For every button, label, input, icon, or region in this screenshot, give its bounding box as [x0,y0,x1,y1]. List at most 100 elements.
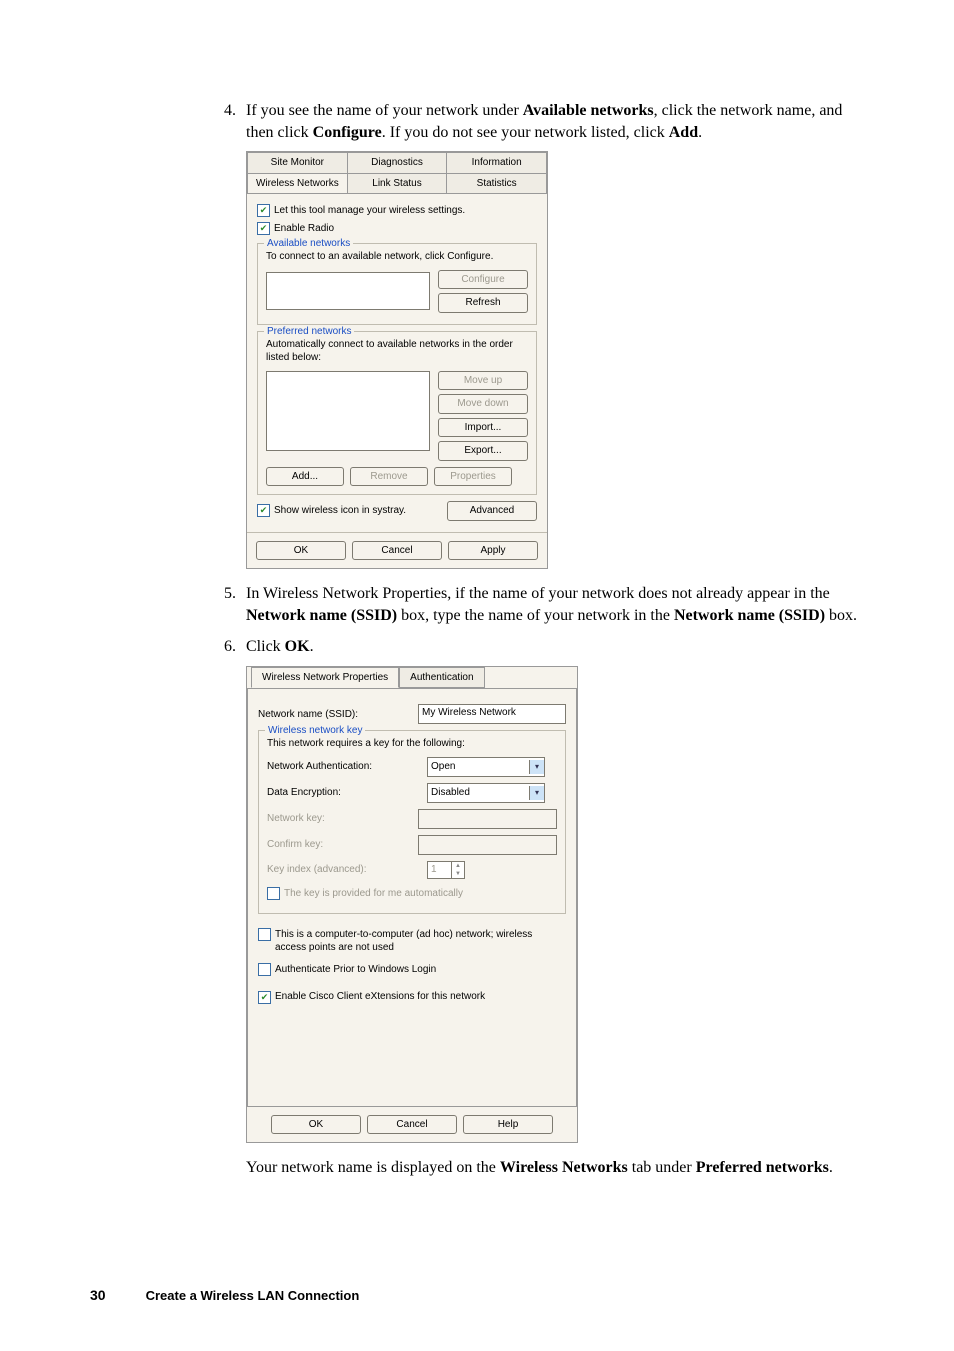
bold-ssid-1: Network name (SSID) [246,607,397,624]
show-systray-checkbox-row[interactable]: Show wireless icon in systray. [257,504,406,518]
auth-select[interactable]: Open ▾ [427,757,545,777]
auto-key-label: The key is provided for me automatically [284,887,463,901]
tab-link-status[interactable]: Link Status [348,174,448,195]
enable-radio-checkbox-row[interactable]: Enable Radio [257,222,334,236]
configure-button[interactable]: Configure [438,270,528,290]
encryption-select[interactable]: Disabled ▾ [427,783,545,803]
help-button[interactable]: Help [463,1115,553,1135]
preferred-networks-group: Preferred networks Automatically connect… [257,331,537,496]
available-networks-text: To connect to an available network, clic… [266,250,528,264]
export-button[interactable]: Export... [438,441,528,461]
confirm-key-input [418,835,557,855]
chapter-title: Create a Wireless LAN Connection [146,1288,360,1303]
checkbox-icon [258,928,271,941]
cisco-checkbox-row[interactable]: Enable Cisco Client eXtensions for this … [258,990,485,1004]
wireless-key-title: Wireless network key [265,724,365,738]
page-number: 30 [90,1287,106,1303]
network-key-row: Network key: [267,809,557,829]
tab-authentication[interactable]: Authentication [399,667,484,689]
move-up-button[interactable]: Move up [438,371,528,391]
remove-button[interactable]: Remove [350,467,428,487]
page-footer: 30 Create a Wireless LAN Connection [90,1287,864,1303]
show-systray-label: Show wireless icon in systray. [274,504,406,518]
import-button[interactable]: Import... [438,418,528,438]
bold-ok: OK [285,638,310,655]
dialog1-tabs-row2: Wireless Networks Link Status Statistics [247,174,547,195]
add-button[interactable]: Add... [266,467,344,487]
text: In Wireless Network Properties, if the n… [246,585,830,602]
wireless-utility-dialog: Site Monitor Diagnostics Information Wir… [246,151,548,569]
advanced-button[interactable]: Advanced [447,501,537,521]
preferred-networks-list[interactable] [266,371,430,451]
auth-row: Network Authentication: Open ▾ [267,757,557,777]
key-index-value: 1 [428,863,451,877]
checkbox-icon [258,991,271,1004]
spinner-arrows-icon: ▲▼ [451,862,464,878]
properties-button[interactable]: Properties [434,467,512,487]
ssid-input[interactable]: My Wireless Network [418,704,566,724]
step-5: In Wireless Network Properties, if the n… [240,583,864,626]
tab-wireless-networks[interactable]: Wireless Networks [247,174,348,195]
let-tool-checkbox-row[interactable]: Let this tool manage your wireless setti… [257,204,465,218]
bold-preferred-networks: Preferred networks [696,1159,829,1176]
enable-radio-label: Enable Radio [274,222,334,236]
available-networks-list[interactable] [266,272,430,310]
let-tool-label: Let this tool manage your wireless setti… [274,204,465,218]
confirm-key-label: Confirm key: [267,838,408,852]
text: . If you do not see your network listed,… [382,124,669,141]
tab-wireless-properties[interactable]: Wireless Network Properties [251,667,399,689]
cancel-button[interactable]: Cancel [352,541,442,561]
tab-statistics[interactable]: Statistics [447,174,547,195]
encryption-value: Disabled [431,786,470,800]
ok-button[interactable]: OK [256,541,346,561]
adhoc-checkbox-row[interactable]: This is a computer-to-computer (ad hoc) … [258,928,545,955]
auth-label: Network Authentication: [267,760,417,774]
dialog2-tabs: Wireless Network Properties Authenticati… [247,667,577,690]
move-down-button[interactable]: Move down [438,394,528,414]
ssid-row: Network name (SSID): My Wireless Network [258,704,566,724]
key-index-spinner: 1 ▲▼ [427,861,465,879]
ok-button[interactable]: OK [271,1115,361,1135]
instruction-list: If you see the name of your network unde… [240,100,864,1179]
cisco-label: Enable Cisco Client eXtensions for this … [275,990,485,1004]
text: box, type the name of your network in th… [397,607,674,624]
auth-prior-checkbox-row[interactable]: Authenticate Prior to Windows Login [258,963,436,977]
preferred-networks-text: Automatically connect to available netwo… [266,338,528,365]
tab-information[interactable]: Information [447,152,547,174]
checkbox-icon [257,222,270,235]
spacer [258,1006,566,1096]
text: . [829,1159,833,1176]
closing-line: Your network name is displayed on the Wi… [246,1157,864,1179]
refresh-button[interactable]: Refresh [438,293,528,313]
auth-value: Open [431,760,455,774]
dialog1-bottom-buttons: OK Cancel Apply [247,532,547,569]
checkbox-icon [267,887,280,900]
step-6: Click OK. Wireless Network Properties Au… [240,636,864,1179]
checkbox-icon [258,963,271,976]
checkbox-icon [257,504,270,517]
cancel-button[interactable]: Cancel [367,1115,457,1135]
text: . [698,124,702,141]
auto-key-checkbox-row: The key is provided for me automatically [267,887,463,901]
text: Click [246,638,285,655]
text: tab under [628,1159,696,1176]
encryption-label: Data Encryption: [267,786,417,800]
tab-diagnostics[interactable]: Diagnostics [348,152,448,174]
text: Your network name is displayed on the [246,1159,500,1176]
network-key-label: Network key: [267,812,408,826]
wireless-properties-dialog: Wireless Network Properties Authenticati… [246,666,578,1144]
bold-add: Add [669,124,698,141]
text: box. [825,607,857,624]
apply-button[interactable]: Apply [448,541,538,561]
adhoc-label: This is a computer-to-computer (ad hoc) … [275,928,545,955]
dialog1-tabs-row1: Site Monitor Diagnostics Information [247,152,547,174]
network-key-input [418,809,557,829]
step-4: If you see the name of your network unde… [240,100,864,569]
text: . [310,638,314,655]
checkbox-icon [257,204,270,217]
chevron-down-icon: ▾ [529,760,544,774]
available-networks-group: Available networks To connect to an avai… [257,243,537,325]
tab-site-monitor[interactable]: Site Monitor [247,152,348,174]
wireless-key-text: This network requires a key for the foll… [267,737,557,751]
dialog2-body: Network name (SSID): My Wireless Network… [247,688,577,1107]
